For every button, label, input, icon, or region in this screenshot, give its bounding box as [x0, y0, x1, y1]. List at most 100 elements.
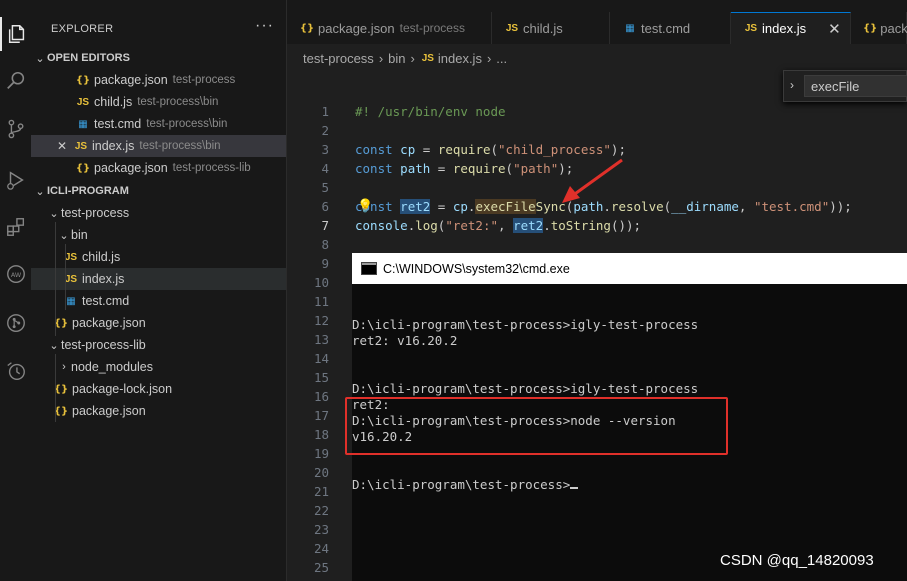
- tab-test-cmd[interactable]: ▦ test.cmd: [610, 12, 731, 44]
- timeline-icon[interactable]: [0, 354, 31, 388]
- chevron-down-icon: ⌄: [49, 339, 59, 352]
- open-editor-name: index.js: [92, 139, 135, 153]
- tree-file[interactable]: JS child.js: [31, 246, 286, 268]
- line-number: 14: [313, 351, 329, 366]
- open-editor-item[interactable]: ▦ test.cmd test-process\bin: [31, 113, 286, 135]
- open-editor-path: test-process\bin: [139, 140, 221, 152]
- file-name: test.cmd: [82, 294, 130, 308]
- line-number: 7: [321, 218, 329, 233]
- line-number: 11: [313, 294, 329, 309]
- tree-file[interactable]: {} package.json: [31, 400, 286, 422]
- highlight-box: [345, 397, 728, 455]
- line-number: 21: [313, 484, 329, 499]
- open-editor-path: test-process\bin: [146, 118, 228, 130]
- line-number: 12: [313, 313, 329, 328]
- js-file-icon: JS: [74, 140, 88, 152]
- folder-name: node_modules: [71, 360, 154, 374]
- open-editors-label: OPEN EDITORS: [47, 52, 130, 64]
- tab-package-json[interactable]: {} package.json test-process: [287, 12, 492, 44]
- tab-child-js[interactable]: JS child.js: [492, 12, 610, 44]
- line-number: 25: [313, 560, 329, 575]
- project-header[interactable]: ⌄ ICLI-PROGRAM: [31, 180, 286, 202]
- cmd-line-prompt: D:\icli-program\test-process>: [352, 477, 579, 493]
- code-line-3: const cp = require("child_process");: [355, 142, 626, 157]
- indent-guide: [55, 354, 56, 422]
- tree-folder[interactable]: ⌄ bin: [31, 224, 286, 246]
- open-editor-item[interactable]: {} package.json test-process: [31, 69, 286, 91]
- open-editor-path: test-process-lib: [172, 162, 251, 174]
- open-editor-name: package.json: [94, 161, 168, 175]
- chevron-down-icon: ⌄: [35, 185, 45, 198]
- folder-name: test-process-lib: [61, 338, 146, 352]
- tree-folder[interactable]: ⌄ test-process: [31, 202, 286, 224]
- tab-index-js[interactable]: JS index.js ✕: [731, 12, 851, 44]
- tab-label: pack: [880, 20, 907, 36]
- indent-guide: [55, 222, 56, 336]
- extensions-icon[interactable]: [0, 210, 31, 244]
- tree-folder[interactable]: ⌄ test-process-lib: [31, 334, 286, 356]
- source-control-icon[interactable]: [0, 112, 31, 146]
- chevron-right-icon: ›: [378, 50, 384, 66]
- chevron-right-icon: ›: [62, 361, 66, 373]
- js-file-icon: JS: [744, 23, 758, 34]
- code-line-7: console.log("ret2:", ret2.toString());: [355, 218, 642, 233]
- open-editor-item[interactable]: {} package.json test-process-lib: [31, 157, 286, 179]
- explorer-sidebar: EXPLORER ··· ⌄ OPEN EDITORS {} package.j…: [31, 0, 287, 581]
- tree-file-selected[interactable]: JS index.js: [31, 268, 286, 290]
- git-graph-icon[interactable]: [0, 306, 31, 340]
- tree-file[interactable]: ▦ test.cmd: [31, 290, 286, 312]
- find-widget: ›: [783, 70, 907, 102]
- breadcrumb-item[interactable]: ...: [496, 51, 507, 66]
- file-name: package-lock.json: [72, 382, 173, 396]
- json-file-icon: {}: [863, 22, 878, 34]
- lightbulb-icon[interactable]: 💡: [357, 198, 373, 214]
- file-name: package.json: [72, 316, 146, 330]
- line-number: 15: [313, 370, 329, 385]
- file-name: index.js: [82, 272, 125, 286]
- cmd-title: C:\WINDOWS\system32\cmd.exe: [383, 261, 570, 276]
- open-editors-header[interactable]: ⌄ OPEN EDITORS: [31, 47, 286, 69]
- line-number: 16: [313, 389, 329, 404]
- code-line-4: const path = require("path");: [355, 161, 574, 176]
- explorer-icon[interactable]: [0, 17, 31, 51]
- editor-tabs: {} package.json test-process JS child.js…: [287, 0, 907, 44]
- breadcrumb-item[interactable]: bin: [388, 51, 405, 66]
- tree-file[interactable]: {} package-lock.json: [31, 378, 286, 400]
- folder-name: bin: [71, 228, 88, 242]
- line-number: 1: [321, 104, 329, 119]
- remote-icon[interactable]: AW: [0, 257, 31, 291]
- open-editor-path: test-process\bin: [137, 96, 219, 108]
- tab-label: child.js: [523, 20, 563, 36]
- js-file-icon: JS: [76, 96, 90, 108]
- chevron-right-icon: ›: [410, 50, 415, 66]
- close-icon[interactable]: ✕: [55, 139, 69, 153]
- breadcrumb-item[interactable]: test-process: [303, 51, 374, 66]
- json-file-icon: {}: [75, 74, 91, 86]
- open-editor-item[interactable]: JS child.js test-process\bin: [31, 91, 286, 113]
- json-file-icon: {}: [299, 22, 315, 34]
- breadcrumb-item[interactable]: index.js: [438, 51, 482, 66]
- chevron-right-icon[interactable]: ›: [790, 78, 794, 92]
- line-number: 13: [313, 332, 329, 347]
- activity-bar: AW: [0, 0, 31, 581]
- close-icon[interactable]: ✕: [828, 20, 841, 38]
- run-debug-icon[interactable]: [0, 163, 31, 197]
- tab-package-json-2[interactable]: {} pack: [851, 12, 907, 44]
- line-number: 9: [321, 256, 329, 271]
- tree-file[interactable]: {} package.json: [31, 312, 286, 334]
- more-actions-icon[interactable]: ···: [255, 17, 274, 35]
- code-line-1: #! /usr/bin/env node: [355, 104, 506, 119]
- line-number: 5: [321, 180, 329, 195]
- cmd-titlebar[interactable]: C:\WINDOWS\system32\cmd.exe: [352, 253, 907, 284]
- open-editor-item-active[interactable]: ✕ JS index.js test-process\bin: [31, 135, 286, 157]
- cmd-line: D:\icli-program\test-process>igly-test-p…: [352, 381, 699, 396]
- cmd-file-icon: ▦: [625, 22, 635, 34]
- line-number: 19: [313, 446, 329, 461]
- chevron-down-icon: ⌄: [35, 52, 45, 65]
- search-icon[interactable]: [0, 64, 31, 98]
- find-input[interactable]: [804, 75, 907, 97]
- open-editor-name: child.js: [94, 95, 133, 109]
- tab-label: test.cmd: [641, 20, 691, 36]
- js-file-icon: JS: [505, 22, 519, 34]
- tree-folder[interactable]: › node_modules: [31, 356, 286, 378]
